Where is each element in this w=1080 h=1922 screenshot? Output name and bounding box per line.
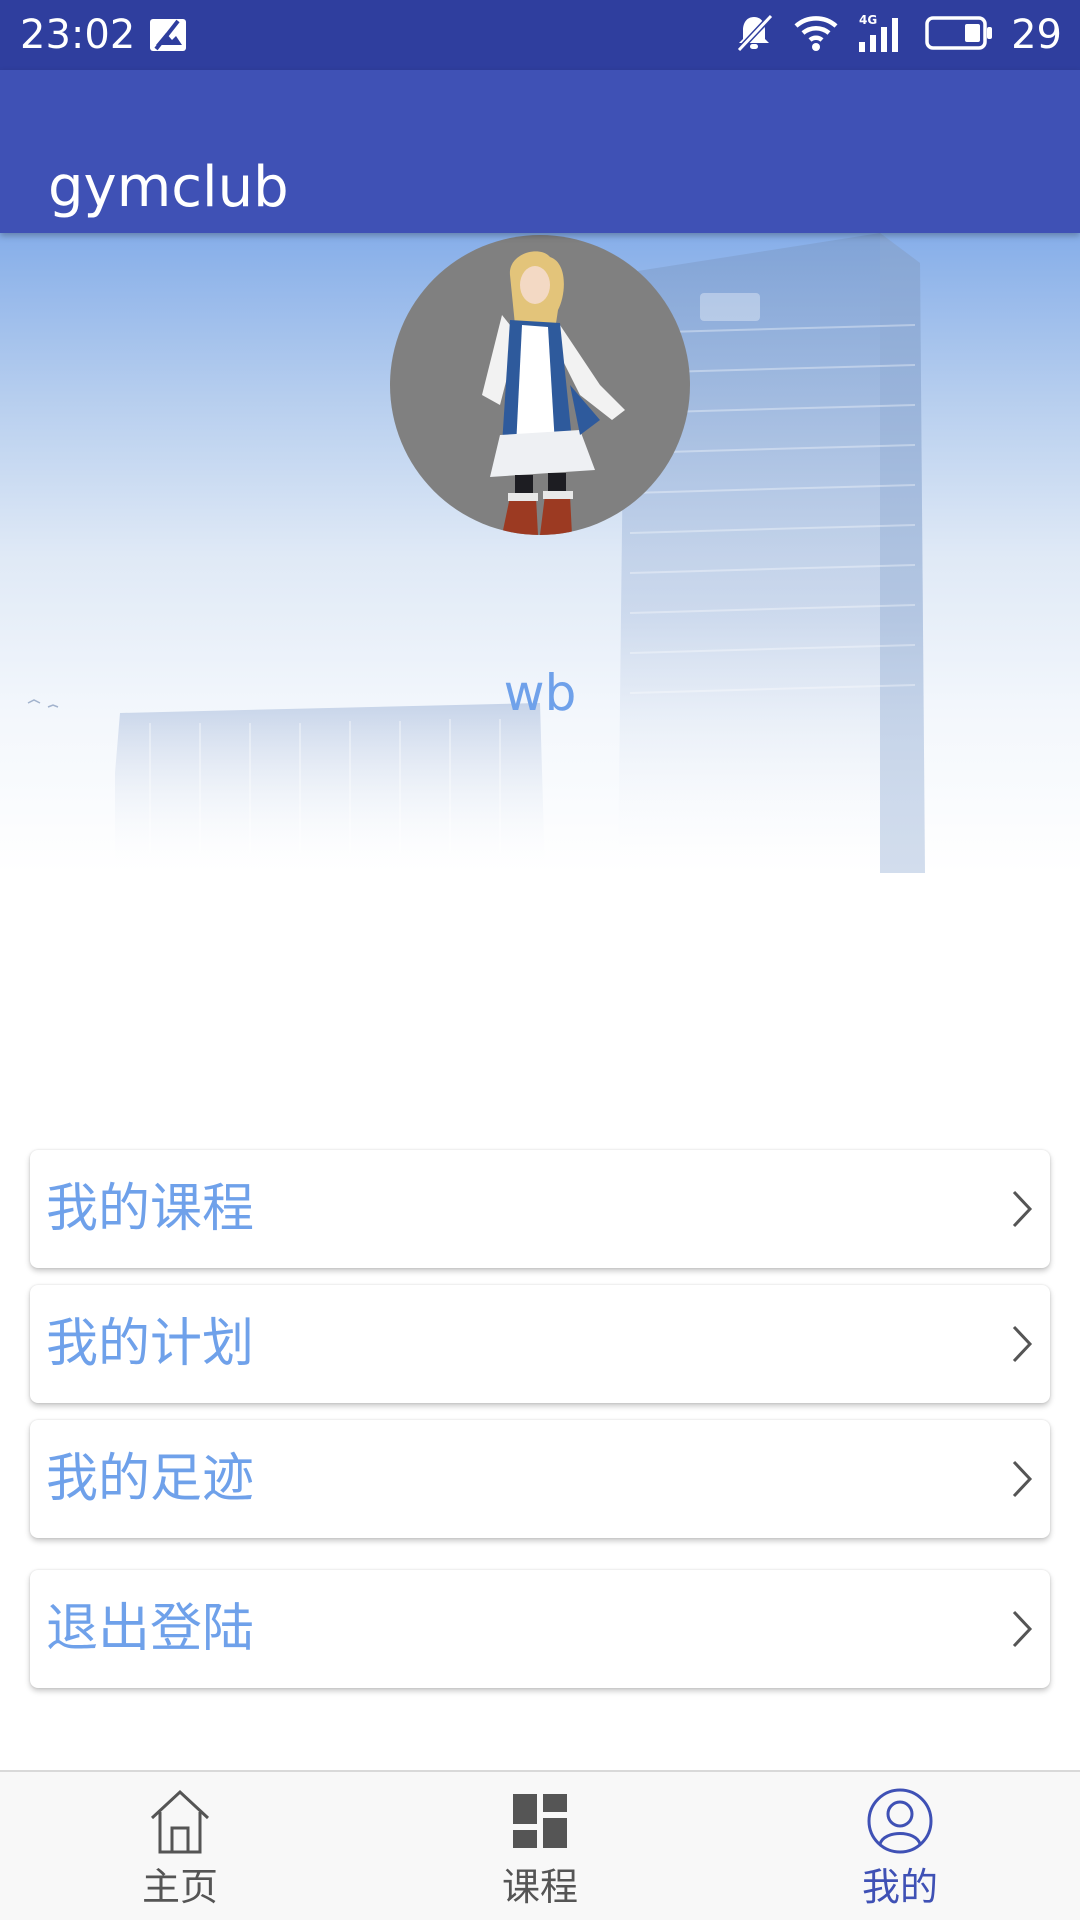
nav-tab-label: 我的 — [861, 1865, 938, 1909]
battery-level: 29 — [1011, 12, 1062, 58]
nav-tab-home[interactable]: 主页 — [80, 1772, 280, 1922]
photo-icon — [148, 15, 188, 59]
chevron-right-icon — [1006, 1608, 1036, 1654]
app-title: gymclub — [48, 154, 289, 220]
status-time: 23:02 — [20, 12, 136, 58]
menu-item-label: 我的课程 — [46, 1179, 255, 1239]
menu-item-my-plan[interactable]: 我的计划 — [30, 1285, 1050, 1403]
nav-tab-courses[interactable]: 课程 — [440, 1772, 640, 1922]
chevron-right-icon — [1006, 1458, 1036, 1504]
silent-bell-icon — [733, 12, 775, 58]
menu-item-label: 我的足迹 — [46, 1449, 255, 1509]
grid-icon — [506, 1786, 574, 1860]
nav-tab-label: 课程 — [501, 1865, 578, 1909]
app-bar: gymclub — [0, 70, 1080, 233]
menu-item-label: 我的计划 — [46, 1314, 255, 1374]
nav-tab-label: 主页 — [141, 1865, 218, 1909]
wifi-icon — [793, 13, 839, 57]
menu-item-my-footprints[interactable]: 我的足迹 — [30, 1420, 1050, 1538]
signal-4g-icon: 4G — [857, 12, 907, 58]
avatar-character-illustration — [482, 251, 625, 535]
status-icons: 4G 29 — [733, 10, 1062, 60]
avatar[interactable] — [390, 235, 690, 535]
menu-item-logout[interactable]: 退出登陆 — [30, 1570, 1050, 1688]
chevron-right-icon — [1006, 1323, 1036, 1369]
home-icon — [146, 1786, 214, 1860]
username: wb — [503, 664, 577, 722]
menu-item-label: 退出登陆 — [46, 1599, 255, 1659]
bottom-navigation: 主页 课程 我的 — [0, 1770, 1080, 1920]
menu-item-my-courses[interactable]: 我的课程 — [30, 1150, 1050, 1268]
profile-icon — [866, 1786, 934, 1860]
status-bar: 23:02 4G 29 — [0, 0, 1080, 70]
nav-tab-mine[interactable]: 我的 — [800, 1772, 1000, 1922]
battery-icon — [925, 15, 993, 55]
svg-text:4G: 4G — [859, 13, 877, 27]
chevron-right-icon — [1006, 1188, 1036, 1234]
